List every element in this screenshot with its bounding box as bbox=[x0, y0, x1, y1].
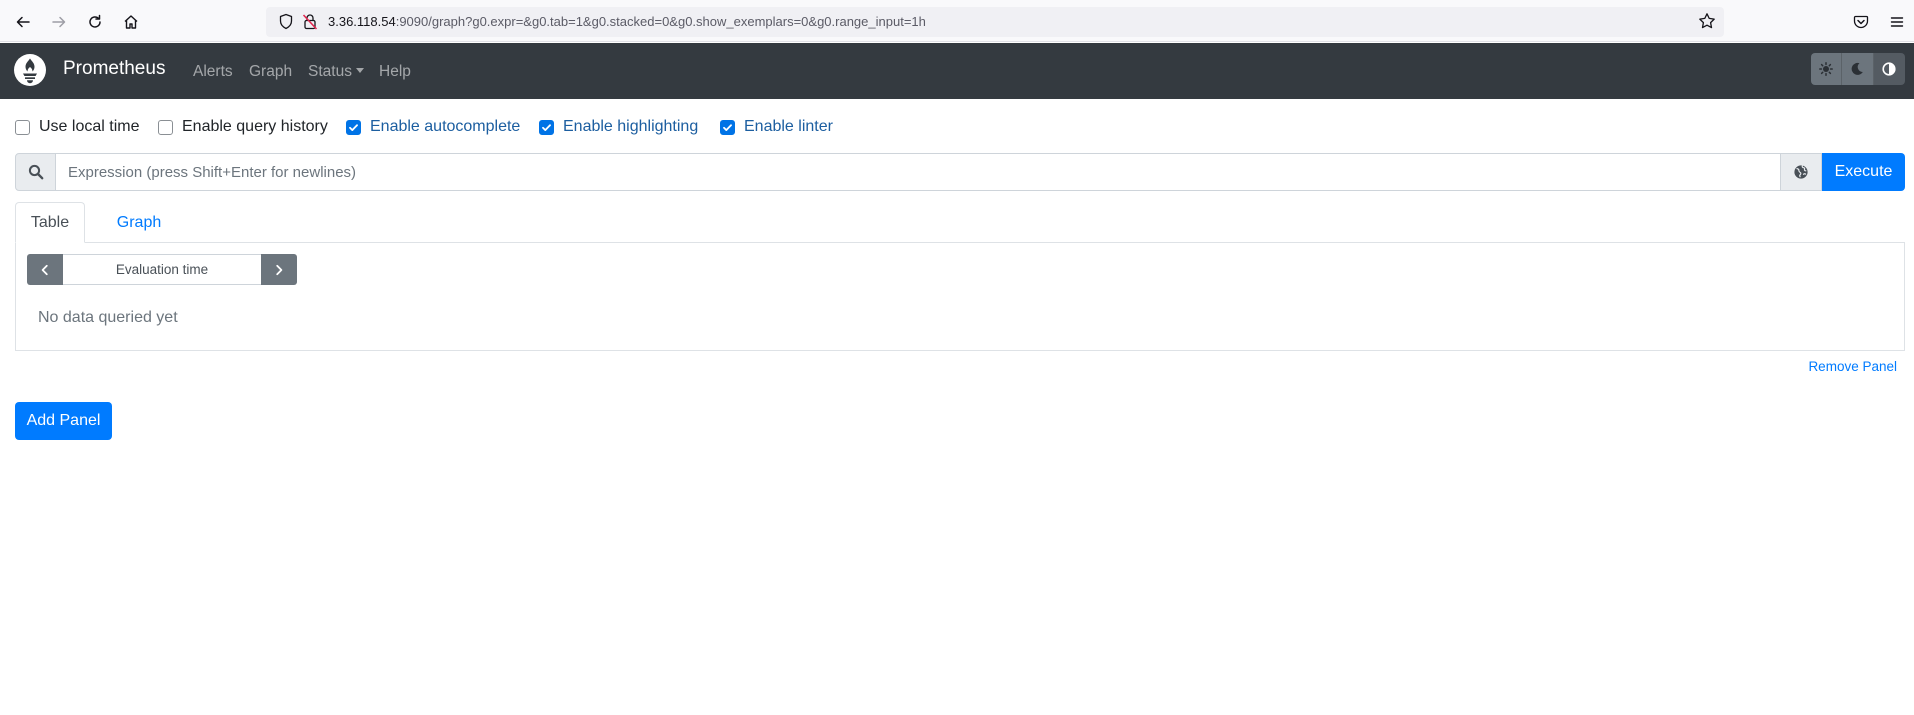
url-path: :9090/graph?g0.expr=&g0.tab=1&g0.stacked… bbox=[395, 14, 926, 29]
evaluation-time-input[interactable]: Evaluation time bbox=[63, 254, 261, 285]
arrow-right-icon bbox=[52, 16, 66, 28]
panel-table-content: Evaluation time No data queried yet bbox=[15, 242, 1905, 351]
nav-link-status-label: Status bbox=[308, 63, 352, 80]
insecure-lock-icon[interactable] bbox=[302, 13, 318, 30]
shield-icon[interactable] bbox=[278, 13, 294, 30]
option-enable-linter[interactable]: Enable linter bbox=[720, 117, 833, 137]
enable-highlighting-label[interactable]: Enable highlighting bbox=[563, 118, 698, 136]
option-use-local-time[interactable]: Use local time bbox=[15, 117, 139, 137]
theme-toggle-group bbox=[1811, 53, 1905, 85]
hamburger-menu-icon bbox=[1890, 17, 1904, 27]
checkmark-icon bbox=[723, 123, 732, 131]
moon-icon bbox=[1852, 62, 1864, 75]
chevron-down-icon bbox=[355, 68, 364, 73]
enable-query-history-label[interactable]: Enable query history bbox=[182, 118, 328, 136]
arrow-left-icon bbox=[16, 16, 30, 28]
pocket-icon bbox=[1853, 15, 1869, 29]
metrics-explorer-button[interactable] bbox=[1781, 153, 1822, 191]
back-button[interactable] bbox=[9, 9, 37, 35]
expression-input-group: Expression (press Shift+Enter for newlin… bbox=[15, 153, 1905, 191]
option-enable-query-history[interactable]: Enable query history bbox=[158, 117, 328, 137]
search-icon bbox=[28, 164, 43, 180]
add-panel-button[interactable]: Add Panel bbox=[15, 402, 112, 440]
eval-time-back-button[interactable] bbox=[27, 254, 63, 285]
use-local-time-label[interactable]: Use local time bbox=[39, 118, 139, 136]
eval-time-forward-button[interactable] bbox=[261, 254, 297, 285]
execute-button[interactable]: Execute bbox=[1822, 153, 1905, 191]
url-bar[interactable]: 3.36.118.54:9090/graph?g0.expr=&g0.tab=1… bbox=[266, 7, 1724, 37]
tab-table[interactable]: Table bbox=[15, 202, 85, 243]
bookmark-star-icon[interactable] bbox=[1698, 12, 1716, 30]
home-icon bbox=[124, 15, 138, 29]
checkmark-icon bbox=[542, 123, 551, 131]
search-addon bbox=[15, 153, 56, 191]
option-enable-highlighting[interactable]: Enable highlighting bbox=[539, 117, 698, 137]
globe-icon bbox=[1794, 165, 1808, 179]
browser-toolbar: 3.36.118.54:9090/graph?g0.expr=&g0.tab=1… bbox=[0, 0, 1914, 42]
prometheus-logo-icon[interactable] bbox=[14, 54, 46, 86]
expression-input[interactable]: Expression (press Shift+Enter for newlin… bbox=[56, 153, 1781, 191]
brand-name[interactable]: Prometheus bbox=[63, 58, 165, 80]
use-local-time-checkbox[interactable] bbox=[15, 119, 30, 135]
enable-autocomplete-label[interactable]: Enable autocomplete bbox=[370, 118, 520, 136]
empty-state-message: No data queried yet bbox=[38, 309, 178, 326]
nav-link-status[interactable]: Status bbox=[308, 63, 364, 81]
sun-icon bbox=[1819, 62, 1834, 76]
enable-autocomplete-checkbox[interactable] bbox=[346, 119, 361, 135]
forward-button[interactable] bbox=[45, 9, 73, 35]
enable-linter-label[interactable]: Enable linter bbox=[744, 118, 833, 136]
url-host: 3.36.118.54 bbox=[328, 14, 396, 29]
light-theme-button[interactable] bbox=[1811, 53, 1843, 85]
nav-link-graph[interactable]: Graph bbox=[249, 63, 292, 81]
checkmark-icon bbox=[349, 123, 358, 131]
evaluation-time-picker: Evaluation time bbox=[27, 254, 297, 285]
reload-icon bbox=[89, 14, 101, 28]
top-navbar: Prometheus Alerts Graph Status Help bbox=[0, 43, 1914, 99]
chevron-right-icon bbox=[276, 264, 283, 275]
option-enable-autocomplete[interactable]: Enable autocomplete bbox=[346, 117, 520, 137]
enable-linter-checkbox[interactable] bbox=[720, 119, 735, 135]
pocket-button[interactable] bbox=[1847, 9, 1875, 35]
tab-graph[interactable]: Graph bbox=[87, 202, 191, 243]
nav-link-alerts[interactable]: Alerts bbox=[193, 63, 233, 81]
reload-button[interactable] bbox=[81, 9, 109, 35]
enable-highlighting-checkbox[interactable] bbox=[539, 119, 554, 135]
chevron-left-icon bbox=[41, 264, 48, 275]
enable-query-history-checkbox[interactable] bbox=[158, 119, 173, 135]
remove-panel-link[interactable]: Remove Panel bbox=[1808, 359, 1897, 374]
app-menu-button[interactable] bbox=[1883, 9, 1911, 35]
adjust-contrast-icon bbox=[1882, 62, 1896, 76]
url-text[interactable]: 3.36.118.54:9090/graph?g0.expr=&g0.tab=1… bbox=[328, 14, 926, 29]
dark-theme-button[interactable] bbox=[1842, 53, 1874, 85]
home-button[interactable] bbox=[117, 9, 145, 35]
nav-link-help[interactable]: Help bbox=[379, 63, 411, 81]
auto-theme-button[interactable] bbox=[1873, 53, 1905, 85]
